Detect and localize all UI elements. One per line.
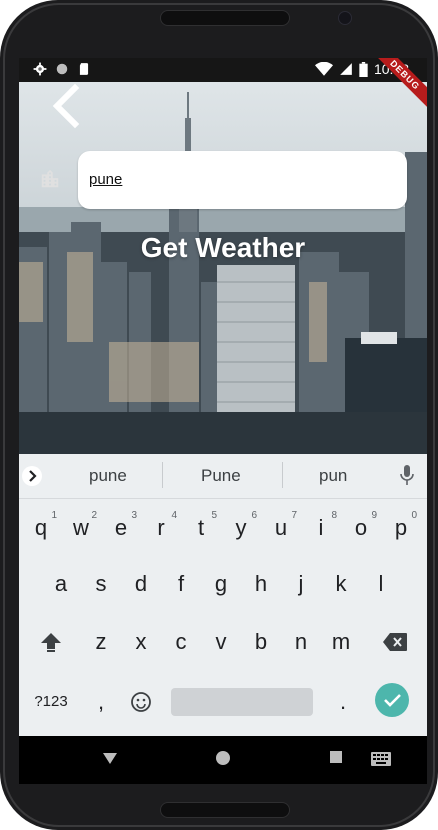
key-label: r (157, 515, 165, 540)
key-hint: 8 (331, 510, 337, 521)
key-b[interactable]: b (241, 616, 281, 668)
recents-square-icon[interactable] (329, 750, 343, 764)
key-hint: 6 (251, 510, 257, 521)
key-hint: 5 (211, 510, 217, 521)
weather-city-screen: pune Get Weather (19, 82, 427, 454)
key-z[interactable]: z (81, 616, 121, 668)
suggestion-divider (282, 462, 283, 488)
suggestion-strip: pune Pune pun (19, 454, 427, 499)
gear-icon (33, 62, 47, 76)
key-v[interactable]: v (201, 616, 241, 668)
checkmark-icon (384, 694, 401, 707)
expand-suggestions-button[interactable] (22, 466, 42, 486)
key-hint: 0 (411, 510, 417, 521)
key-j[interactable]: j (281, 558, 321, 610)
phone-frame: 10:48 DEBUG (0, 0, 438, 830)
key-hint: 3 (131, 510, 137, 521)
key-y[interactable]: 6y (221, 502, 261, 554)
key-q[interactable]: 1q (21, 502, 61, 554)
key-label: y (235, 515, 247, 540)
key-t[interactable]: 5t (181, 502, 221, 554)
emoji-icon (131, 692, 151, 712)
key-s[interactable]: s (81, 558, 121, 610)
device-screen: 10:48 DEBUG (19, 58, 427, 784)
key-g[interactable]: g (201, 558, 241, 610)
key-m[interactable]: m (321, 616, 361, 668)
soft-keyboard: pune Pune pun 1q 2w 3e 4r 5t 6y 7u 8 i 9… (19, 454, 427, 736)
status-left-icons (33, 62, 91, 76)
bottom-speaker (160, 802, 290, 818)
key-u[interactable]: 7u (261, 502, 301, 554)
key-label: q (34, 515, 48, 540)
key-f[interactable]: f (161, 558, 201, 610)
shift-key[interactable] (31, 616, 71, 668)
key-a[interactable]: a (41, 558, 81, 610)
key-r[interactable]: 4r (141, 502, 181, 554)
chevron-right-icon (29, 470, 37, 482)
signal-icon (340, 63, 352, 75)
shift-arrow-icon (41, 633, 61, 652)
top-speaker (160, 10, 290, 26)
key-n[interactable]: n (281, 616, 321, 668)
circle-icon (56, 63, 68, 75)
backspace-icon (383, 633, 407, 651)
suggestion-3[interactable]: pun (319, 466, 347, 486)
key-h[interactable]: h (241, 558, 281, 610)
home-circle-icon[interactable] (215, 750, 231, 766)
navigation-bar (19, 736, 427, 784)
chevron-left-icon[interactable] (43, 82, 87, 130)
key-l[interactable]: l (361, 558, 401, 610)
get-weather-button[interactable]: Get Weather (19, 232, 427, 264)
period-key[interactable]: . (323, 676, 363, 728)
key-x[interactable]: x (121, 616, 161, 668)
key-label: o (354, 515, 368, 540)
key-hint: 9 (371, 510, 377, 521)
microphone-icon[interactable] (399, 464, 415, 486)
location-city-icon (41, 169, 59, 188)
suggestion-divider (162, 462, 163, 488)
key-label: p (394, 515, 408, 540)
key-d[interactable]: d (121, 558, 161, 610)
keyboard-switch-icon[interactable] (371, 752, 391, 766)
key-i[interactable]: 8i (301, 502, 341, 554)
suggestion-1[interactable]: pune (89, 466, 127, 486)
city-skyline-background (19, 82, 427, 454)
enter-key[interactable] (375, 683, 409, 717)
wifi-icon (314, 62, 333, 76)
backspace-key[interactable] (375, 616, 415, 668)
status-bar: 10:48 (19, 58, 427, 82)
key-label: e (114, 515, 128, 540)
back-triangle-icon[interactable] (102, 750, 118, 766)
battery-icon (359, 61, 368, 77)
key-hint: 1 (51, 510, 57, 521)
key-c[interactable]: c (161, 616, 201, 668)
key-label: t (197, 515, 205, 540)
emoji-key[interactable] (121, 676, 161, 728)
key-k[interactable]: k (321, 558, 361, 610)
key-p[interactable]: 0p (381, 502, 421, 554)
suggestion-2[interactable]: Pune (201, 466, 241, 486)
key-label: i (318, 515, 324, 540)
key-label: u (274, 515, 288, 540)
sd-card-icon (79, 63, 89, 75)
key-hint: 7 (291, 510, 297, 521)
key-hint: 4 (171, 510, 177, 521)
front-camera (338, 11, 352, 25)
space-bar[interactable] (171, 688, 313, 716)
key-label: w (73, 515, 89, 540)
symbols-key[interactable]: ?123 (29, 676, 73, 728)
key-o[interactable]: 9o (341, 502, 381, 554)
key-hint: 2 (91, 510, 97, 521)
key-e[interactable]: 3e (101, 502, 141, 554)
city-search-field[interactable]: pune (78, 151, 407, 209)
city-search-value[interactable]: pune (89, 171, 122, 188)
key-w[interactable]: 2w (61, 502, 101, 554)
comma-key[interactable]: , (81, 676, 121, 728)
